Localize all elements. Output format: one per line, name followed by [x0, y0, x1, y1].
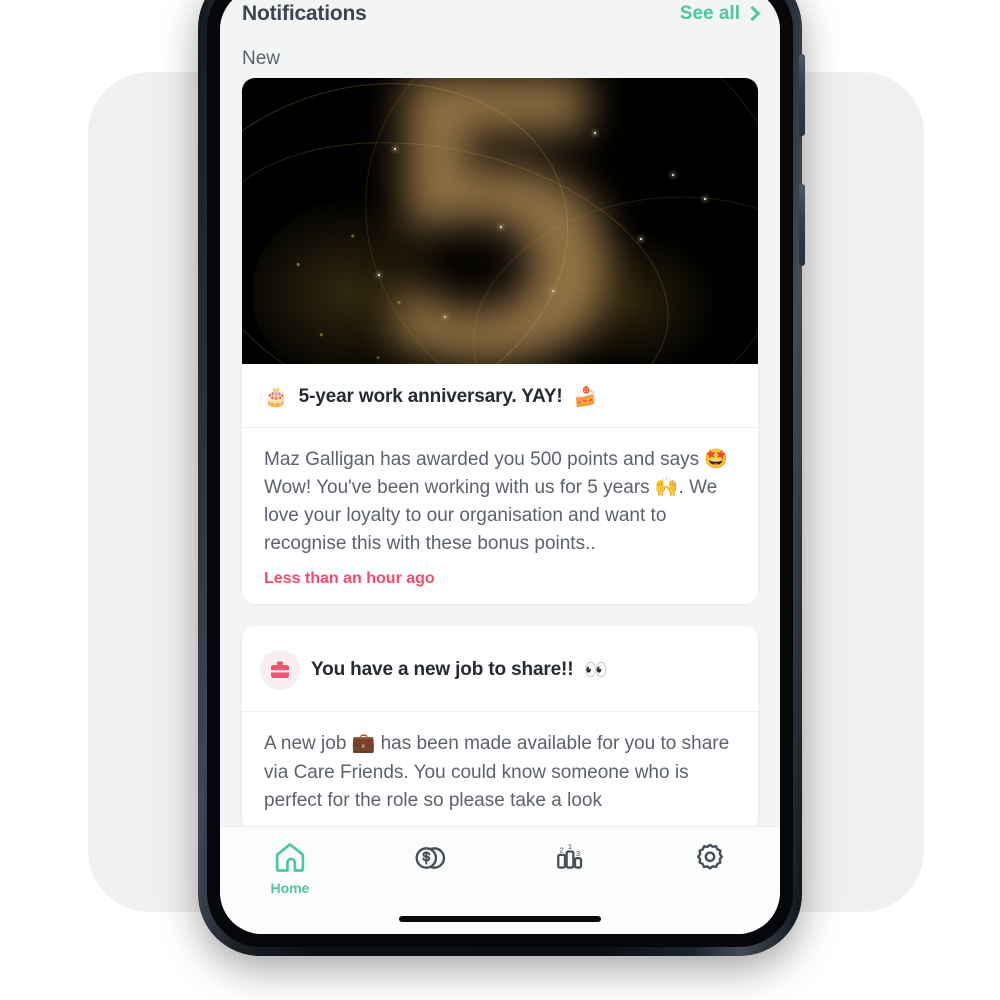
card-body: Maz Galligan has awarded you 500 points …: [242, 428, 758, 604]
card-title-row: 🎂 5-year work anniversary. YAY! 🍰: [242, 364, 758, 428]
card-body: A new job 💼 has been made available for …: [242, 712, 758, 826]
birthday-cake-icon: 🎂: [264, 385, 288, 408]
screenshot-stage: Notifications See all New 5 🎂 5-year wor…: [0, 0, 1000, 1000]
home-indicator-wrap: [220, 916, 780, 934]
section-label-new: New: [242, 48, 281, 69]
nav-items: Home 2 1 3: [220, 839, 780, 896]
card-text: Maz Galligan has awarded you 500 points …: [264, 449, 729, 555]
avatar: [260, 650, 300, 691]
notification-card-new-job[interactable]: You have a new job to share!! 👀 A new jo…: [242, 626, 758, 826]
app-header: Notifications See all New: [220, 0, 780, 78]
home-icon: [275, 843, 305, 872]
page-title: Notifications: [242, 2, 367, 25]
card-title-row: You have a new job to share!! 👀: [242, 626, 758, 713]
header-row: Notifications See all: [242, 0, 761, 36]
leaderboard-icon: 2 1 3: [557, 842, 583, 869]
see-all-button[interactable]: See all: [679, 3, 761, 25]
coins-icon: [415, 847, 446, 869]
nav-item-home[interactable]: Home: [248, 839, 332, 896]
hero-image-anniversary: 5: [242, 78, 758, 364]
notification-card-anniversary[interactable]: 5 🎂 5-year work anniversary. YAY! 🍰 Maz …: [242, 78, 758, 605]
svg-text:3: 3: [576, 849, 580, 858]
briefcase-icon: [271, 661, 289, 679]
nav-item-points[interactable]: [388, 839, 472, 882]
nav-item-leaderboard[interactable]: 2 1 3: [528, 839, 612, 880]
bottom-navigation-bar: Home 2 1 3: [220, 826, 780, 934]
see-all-label: See all: [679, 3, 740, 24]
notifications-feed[interactable]: 5 🎂 5-year work anniversary. YAY! 🍰 Maz …: [220, 78, 780, 826]
phone-device: Notifications See all New 5 🎂 5-year wor…: [198, 0, 805, 956]
svg-text:1: 1: [568, 842, 572, 851]
nav-label-home: Home: [270, 880, 310, 896]
svg-text:2: 2: [559, 846, 563, 855]
card-timestamp: Less than an hour ago: [264, 570, 435, 588]
gear-icon: [697, 843, 723, 870]
card-text: A new job 💼 has been made available for …: [264, 733, 730, 811]
nav-item-settings[interactable]: [668, 839, 752, 882]
card-title: You have a new job to share!!: [311, 659, 574, 681]
home-indicator[interactable]: [399, 916, 601, 922]
hero-number-five: 5: [367, 78, 633, 364]
volume-down-button[interactable]: [799, 184, 805, 266]
card-title: 5-year work anniversary. YAY!: [298, 386, 563, 407]
volume-up-button[interactable]: [799, 54, 805, 136]
shortcake-icon: 🍰: [573, 385, 598, 408]
eyes-icon: 👀: [584, 658, 609, 681]
phone-screen: Notifications See all New 5 🎂 5-year wor…: [220, 0, 780, 934]
chevron-right-icon: [744, 5, 761, 21]
